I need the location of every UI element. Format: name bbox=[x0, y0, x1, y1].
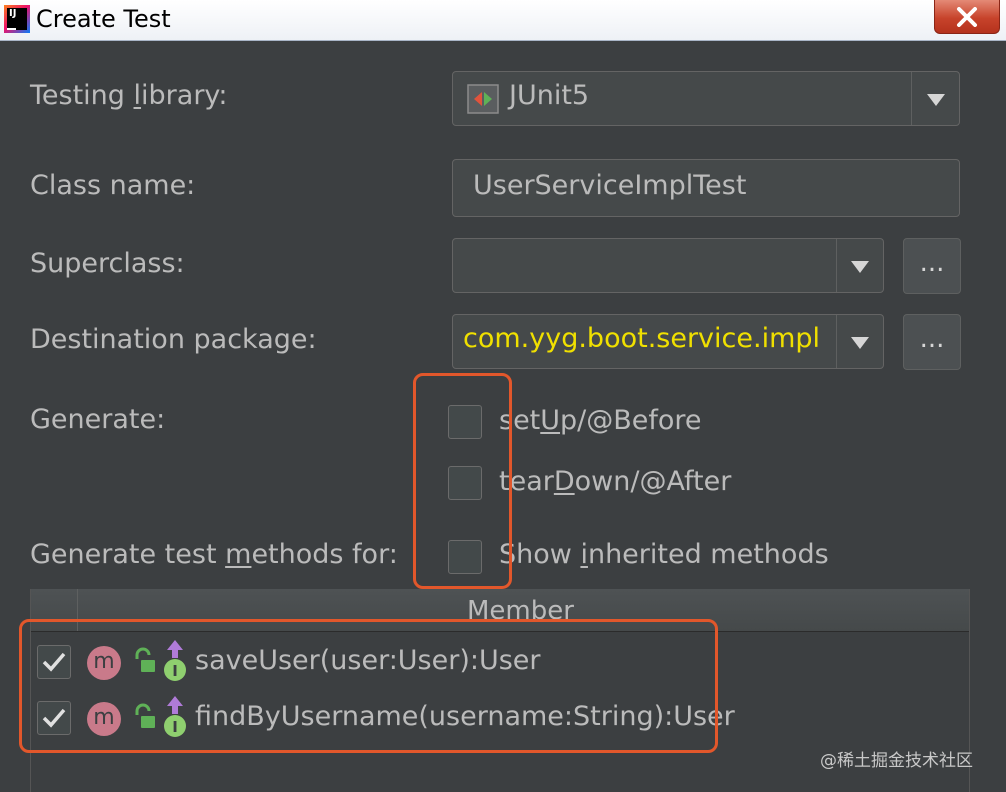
testing-library-dropdown[interactable]: JUnit5 bbox=[452, 71, 960, 126]
junit-icon bbox=[467, 84, 499, 114]
destination-package-browse-button[interactable]: ... bbox=[903, 314, 961, 370]
generate-methods-label: Generate test methods for: bbox=[30, 539, 398, 570]
generate-label: Generate: bbox=[30, 404, 166, 435]
superclass-combobox[interactable] bbox=[452, 238, 884, 293]
watermark: @稀土掘金技术社区 bbox=[820, 751, 973, 771]
show-inherited-label: Show inherited methods bbox=[499, 539, 829, 570]
destination-package-label: Destination package: bbox=[30, 324, 317, 355]
class-name-label: Class name: bbox=[30, 170, 196, 201]
dropdown-arrow-icon bbox=[851, 261, 869, 273]
destination-package-value: com.yyg.boot.service.impl bbox=[463, 323, 821, 354]
dropdown-arrow-icon bbox=[927, 94, 945, 106]
close-icon bbox=[957, 6, 977, 27]
window-title: Create Test bbox=[36, 5, 171, 33]
setup-label: setUp/@Before bbox=[499, 405, 702, 436]
class-name-input[interactable]: UserServiceImplTest bbox=[452, 159, 960, 217]
dropdown-arrow-icon bbox=[851, 337, 869, 349]
close-button[interactable] bbox=[934, 0, 1000, 34]
superclass-browse-button[interactable]: ... bbox=[903, 238, 961, 294]
destination-package-combobox[interactable]: com.yyg.boot.service.impl bbox=[452, 314, 884, 369]
superclass-label: Superclass: bbox=[30, 248, 185, 279]
methods-highlight-box bbox=[19, 619, 718, 753]
checkbox-highlight-box bbox=[413, 373, 512, 589]
intellij-app-icon: IJ bbox=[4, 5, 30, 33]
testing-library-label: Testing library: bbox=[30, 80, 228, 111]
teardown-label: tearDown/@After bbox=[499, 466, 732, 497]
testing-library-value: JUnit5 bbox=[509, 80, 590, 111]
title-bar: IJ Create Test bbox=[0, 0, 1006, 41]
class-name-value: UserServiceImplTest bbox=[473, 170, 747, 201]
